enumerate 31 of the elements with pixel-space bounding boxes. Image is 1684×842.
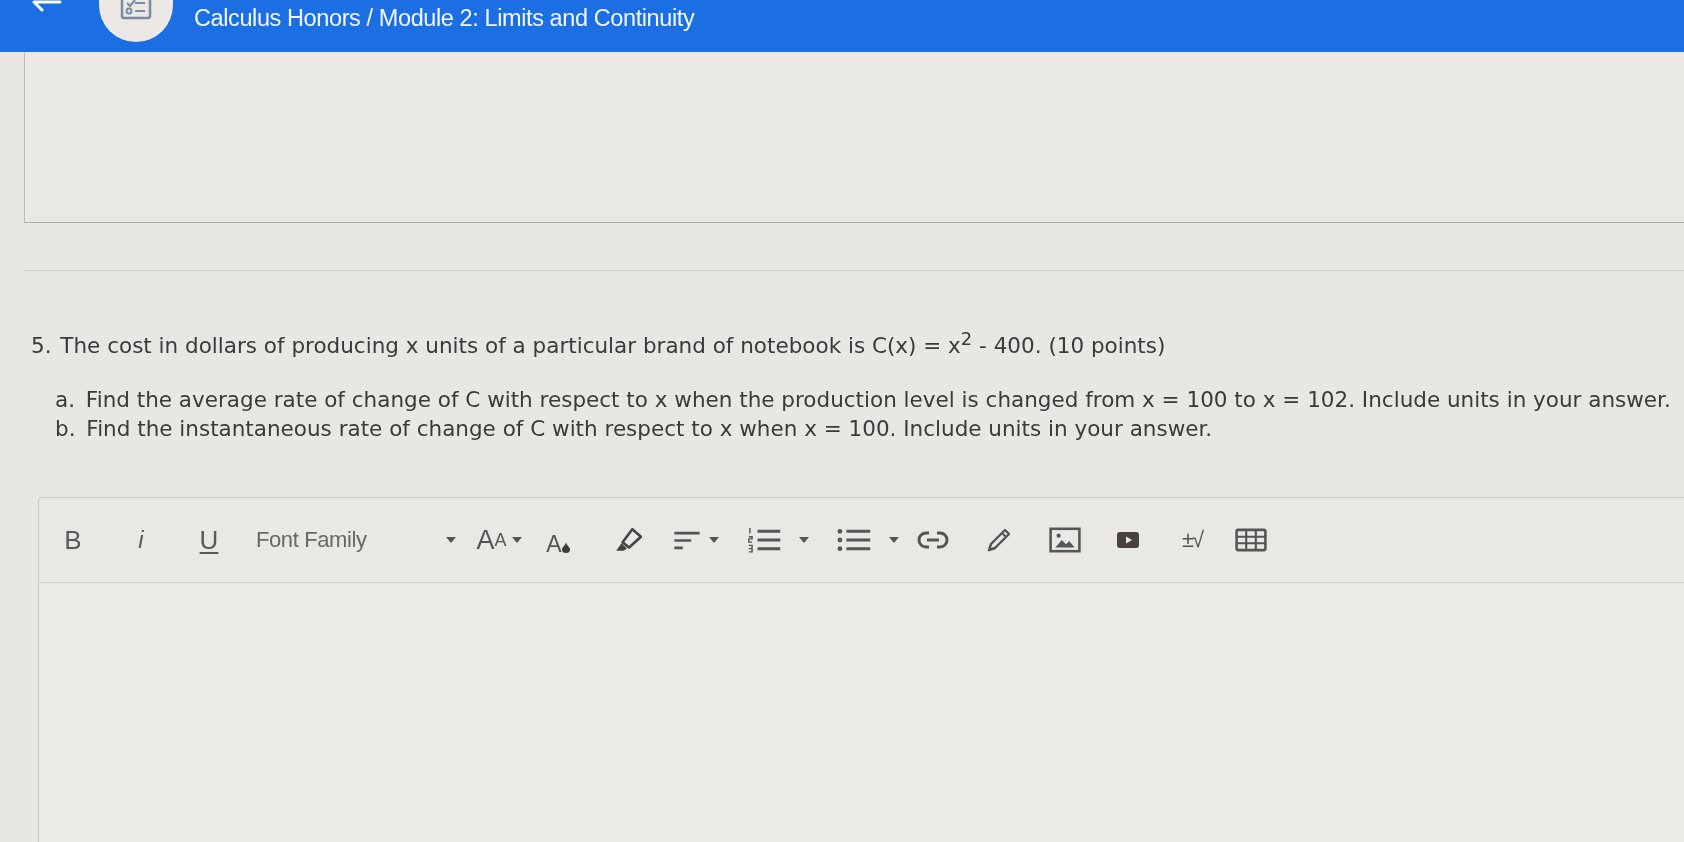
highlighter-icon bbox=[614, 528, 642, 553]
italic-button[interactable]: i bbox=[127, 522, 155, 559]
caret-icon bbox=[446, 537, 456, 544]
table-icon bbox=[1235, 528, 1267, 553]
play-icon bbox=[1117, 532, 1139, 549]
underline-button[interactable]: U bbox=[195, 522, 223, 559]
font-size-button[interactable]: AA bbox=[470, 522, 528, 559]
caret-icon bbox=[511, 537, 522, 544]
bold-button[interactable]: B bbox=[59, 522, 87, 559]
question-number: 5. bbox=[31, 333, 52, 359]
question-text: The cost in dollars of producing x units of a particular brand of notebook is C(x) = x$^{2}$ - 400. (10 points) bbox=[60, 333, 1166, 359]
arrow-icon[interactable] bbox=[32, 0, 62, 12]
part-text: Find the instantaneous rate of change of C with respect to x when x = 100. Include units in your answer. bbox=[86, 416, 1213, 442]
caret-icon bbox=[889, 537, 899, 544]
bullet-list-icon bbox=[835, 527, 873, 554]
font-family-select[interactable]: Font Family bbox=[250, 522, 462, 559]
part-label: b. bbox=[55, 416, 76, 442]
drop-icon bbox=[561, 542, 570, 554]
font-color-button[interactable]: A bbox=[545, 522, 571, 559]
image-icon bbox=[1049, 527, 1081, 554]
text-align-icon bbox=[673, 530, 701, 550]
checklist-icon bbox=[99, 0, 173, 42]
part-label: a. bbox=[55, 387, 75, 413]
math-button[interactable]: ±√ bbox=[1175, 522, 1209, 559]
page-title: Calculus Honors / Module 2: Limits and Continuity bbox=[194, 4, 695, 33]
link-icon bbox=[917, 531, 949, 550]
part-text: Find the average rate of change of C with respect to x when the production level is changed from x = 100 to x = 102. Include units in your answer. bbox=[85, 387, 1671, 413]
caret-icon bbox=[799, 537, 809, 544]
numbered-list-icon bbox=[745, 527, 783, 554]
pencil-icon bbox=[987, 528, 1011, 553]
caret-icon bbox=[709, 537, 719, 544]
